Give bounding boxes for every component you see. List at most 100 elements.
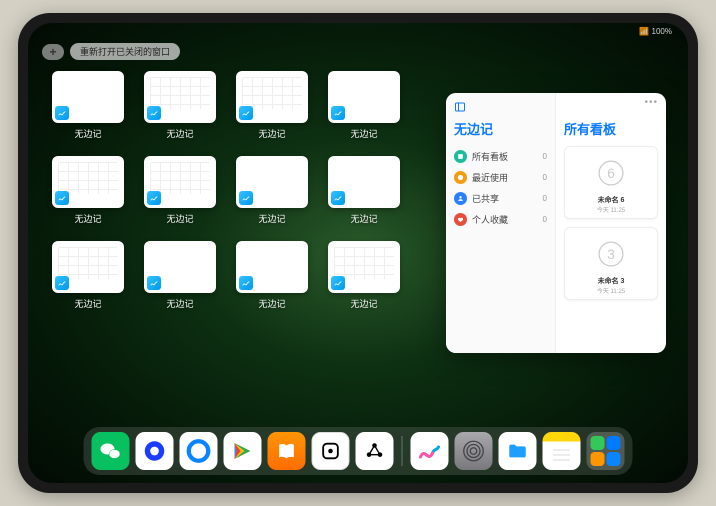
thumb-preview: [236, 241, 308, 293]
thumb-preview: [144, 156, 216, 208]
sidebar-item[interactable]: 最近使用 0: [454, 167, 547, 188]
sidebar-item-count: 0: [543, 173, 547, 182]
thumb-label: 无边记: [258, 212, 285, 225]
reopen-closed-window-button[interactable]: 重新打开已关闭的窗口: [70, 43, 180, 60]
dock-app-browser-o[interactable]: [136, 432, 174, 470]
switcher-thumb[interactable]: 无边记: [52, 156, 124, 225]
switcher-thumb[interactable]: 无边记: [144, 71, 216, 140]
thumb-preview: [144, 241, 216, 293]
switcher-thumb[interactable]: 无边记: [236, 71, 308, 140]
thumb-label: 无边记: [350, 127, 377, 140]
app-switcher-grid: 无边记 无边记 无边记 无边记 无边记 无边记 无边记: [52, 71, 400, 310]
sidebar-toggle-icon[interactable]: [454, 101, 547, 113]
thumb-label: 无边记: [74, 127, 101, 140]
dock-app-dice[interactable]: [312, 432, 350, 470]
switcher-thumb[interactable]: 无边记: [328, 71, 400, 140]
ipad-device: 📶 100% + 重新打开已关闭的窗口 无边记 无边记 无边记 无边记: [18, 13, 698, 493]
dock-app-molecule[interactable]: [356, 432, 394, 470]
freeform-app-icon: [331, 191, 345, 205]
thumb-label: 无边记: [166, 212, 193, 225]
sidebar-title: 无边记: [454, 119, 547, 138]
freeform-app-icon: [331, 106, 345, 120]
thumb-label: 无边记: [350, 212, 377, 225]
thumb-label: 无边记: [166, 127, 193, 140]
sidebar-item-count: 0: [543, 215, 547, 224]
svg-text:6: 6: [607, 166, 615, 181]
sidebar-item-label: 最近使用: [472, 171, 508, 184]
freeform-app-icon: [147, 191, 161, 205]
freeform-app-icon: [239, 276, 253, 290]
freeform-app-icon: [239, 191, 253, 205]
switcher-thumb[interactable]: 无边记: [328, 156, 400, 225]
switcher-thumb[interactable]: 无边记: [144, 156, 216, 225]
top-controls: + 重新打开已关闭的窗口: [42, 43, 180, 60]
thumb-preview: [52, 71, 124, 123]
thumb-preview: [328, 241, 400, 293]
freeform-app-icon: [55, 106, 69, 120]
thumb-label: 无边记: [74, 297, 101, 310]
thumb-label: 无边记: [258, 297, 285, 310]
sidebar-item-count: 0: [543, 194, 547, 203]
dock-app-app-library[interactable]: [587, 432, 625, 470]
dock-app-settings[interactable]: [455, 432, 493, 470]
dock-app-wechat[interactable]: [92, 432, 130, 470]
dock-app-quark[interactable]: [180, 432, 218, 470]
status-indicators: 📶 100%: [639, 27, 672, 36]
thumb-label: 无边记: [258, 127, 285, 140]
sidebar-item-icon: [454, 171, 467, 184]
freeform-app-icon: [55, 276, 69, 290]
freeform-app-icon: [147, 106, 161, 120]
switcher-thumb[interactable]: 无边记: [236, 156, 308, 225]
freeform-app-icon: [331, 276, 345, 290]
board-preview: 6: [569, 151, 653, 195]
board-name: 未命名 6: [569, 195, 653, 205]
sidebar-item[interactable]: 已共享 0: [454, 188, 547, 209]
svg-text:3: 3: [607, 247, 615, 262]
switcher-thumb[interactable]: 无边记: [236, 241, 308, 310]
dock-app-files[interactable]: [499, 432, 537, 470]
thumb-preview: [328, 71, 400, 123]
dock: [84, 427, 633, 475]
main-title: 所有看板: [564, 119, 658, 138]
sidebar-item-count: 0: [543, 152, 547, 161]
dock-separator: [402, 436, 403, 466]
dock-app-play[interactable]: [224, 432, 262, 470]
board-date: 今天 11:25: [569, 205, 653, 214]
thumb-preview: [144, 71, 216, 123]
switcher-thumb[interactable]: 无边记: [144, 241, 216, 310]
new-window-button[interactable]: +: [42, 44, 64, 60]
freeform-app-icon: [55, 191, 69, 205]
freeform-main: ••• 所有看板 6 未命名 6 今天 11:25 3 未命名 3 今天 11:…: [556, 93, 666, 353]
dock-app-notes[interactable]: [543, 432, 581, 470]
sidebar-item-icon: [454, 150, 467, 163]
board-card[interactable]: 3 未命名 3 今天 11:25: [564, 227, 658, 300]
sidebar-item-icon: [454, 192, 467, 205]
more-options-icon[interactable]: •••: [644, 97, 658, 108]
ipad-screen: 📶 100% + 重新打开已关闭的窗口 无边记 无边记 无边记 无边记: [28, 23, 688, 483]
sidebar-item-icon: [454, 213, 467, 226]
board-preview: 3: [569, 232, 653, 276]
thumb-preview: [236, 156, 308, 208]
sidebar-item-label: 已共享: [472, 192, 499, 205]
sidebar-item-label: 所有看板: [472, 150, 508, 163]
thumb-label: 无边记: [74, 212, 101, 225]
board-date: 今天 11:25: [569, 286, 653, 295]
board-name: 未命名 3: [569, 276, 653, 286]
thumb-preview: [52, 156, 124, 208]
switcher-thumb[interactable]: 无边记: [52, 71, 124, 140]
freeform-app-icon: [147, 276, 161, 290]
thumb-label: 无边记: [350, 297, 377, 310]
freeform-app-icon: [239, 106, 253, 120]
dock-app-books[interactable]: [268, 432, 306, 470]
switcher-thumb[interactable]: 无边记: [328, 241, 400, 310]
thumb-label: 无边记: [166, 297, 193, 310]
dock-app-freeform[interactable]: [411, 432, 449, 470]
board-card[interactable]: 6 未命名 6 今天 11:25: [564, 146, 658, 219]
sidebar-item-label: 个人收藏: [472, 213, 508, 226]
sidebar-item[interactable]: 所有看板 0: [454, 146, 547, 167]
sidebar-item[interactable]: 个人收藏 0: [454, 209, 547, 230]
switcher-thumb[interactable]: 无边记: [52, 241, 124, 310]
thumb-preview: [236, 71, 308, 123]
freeform-window[interactable]: 无边记 所有看板 0 最近使用 0 已共享 0 个人收藏 0 ••• 所有看板 …: [446, 93, 666, 353]
thumb-preview: [328, 156, 400, 208]
